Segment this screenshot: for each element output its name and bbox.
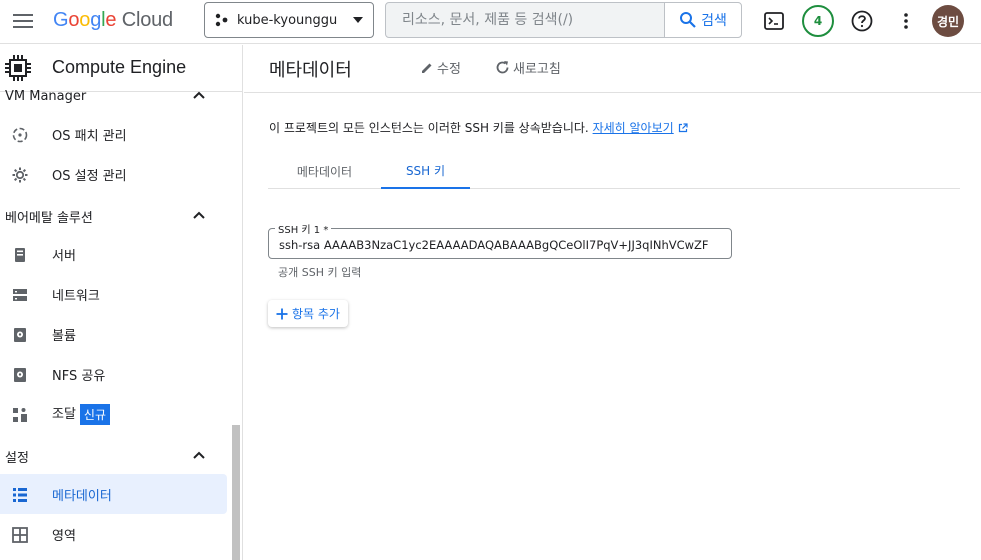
sidebar-item-label: 서버 bbox=[52, 248, 76, 264]
sidebar-item-label: 메타데이터 bbox=[52, 488, 112, 504]
sidebar-item-procurement[interactable]: 조달 신규 bbox=[0, 394, 227, 434]
sidebar-item-nfs-share[interactable]: NFS 공유 bbox=[0, 354, 227, 394]
sidebar-item-metadata[interactable]: 메타데이터 bbox=[0, 474, 227, 514]
disk-share-icon bbox=[14, 368, 26, 382]
search-button[interactable]: 검색 bbox=[664, 2, 742, 38]
search-button-label: 검색 bbox=[701, 13, 727, 29]
edit-button[interactable]: 수정 bbox=[420, 58, 461, 77]
sidebar-item-label: 조달 신규 bbox=[52, 403, 111, 425]
tab-metadata[interactable]: 메타데이터 bbox=[268, 153, 381, 189]
inheritance-description: 이 프로젝트의 모든 인스턴스는 이러한 SSH 키를 상속받습니다. 자세히 … bbox=[269, 119, 688, 136]
logo-letter: o bbox=[68, 9, 80, 31]
external-link-icon[interactable] bbox=[678, 123, 688, 133]
plus-icon bbox=[276, 308, 288, 319]
chevron-up-icon[interactable] bbox=[190, 207, 208, 225]
zones-grid-icon bbox=[12, 527, 28, 543]
project-selector[interactable]: kube-kyounggu bbox=[204, 2, 374, 38]
description-text: 이 프로젝트의 모든 인스턴스는 이러한 SSH 키를 상속받습니다. bbox=[269, 121, 589, 135]
sidebar-item-label: 볼륨 bbox=[52, 328, 76, 344]
sidebar-item-os-patch[interactable]: OS 패치 관리 bbox=[0, 114, 227, 154]
section-vm-manager[interactable]: VM Manager bbox=[5, 89, 86, 104]
learn-more-link[interactable]: 자세히 알아보기 bbox=[593, 121, 674, 135]
sidebar-item-zones[interactable]: 영역 bbox=[0, 514, 227, 554]
sidebar-item-label: OS 설정 관리 bbox=[52, 168, 127, 184]
page-header: 메타데이터 수정 새로고침 bbox=[244, 45, 981, 93]
server-icon bbox=[15, 248, 25, 262]
search-icon bbox=[680, 12, 696, 28]
product-header: Compute Engine bbox=[0, 45, 242, 92]
tab-bar: 메타데이터 SSH 키 bbox=[268, 153, 960, 189]
sidebar-item-volume[interactable]: 볼륨 bbox=[0, 314, 227, 354]
pencil-icon bbox=[422, 63, 432, 73]
project-name: kube-kyounggu bbox=[237, 12, 338, 28]
section-settings[interactable]: 설정 bbox=[5, 447, 29, 466]
refresh-button-label: 새로고침 bbox=[513, 62, 561, 77]
logo-letter: G bbox=[53, 9, 69, 31]
sidebar: Compute Engine VM Manager OS 패치 관리 OS 설정… bbox=[0, 45, 243, 560]
search-bar: 검색 bbox=[385, 2, 742, 38]
search-input[interactable] bbox=[386, 3, 664, 37]
google-cloud-logo[interactable]: Google Cloud bbox=[53, 9, 173, 32]
sidebar-item-servers[interactable]: 서버 bbox=[0, 234, 227, 274]
compute-engine-icon bbox=[5, 55, 31, 81]
learn-more-label: 자세히 알아보기 bbox=[592, 121, 674, 135]
main-content: 메타데이터 수정 새로고침 이 프로젝트의 모든 인스턴스는 이러한 SSH 키… bbox=[244, 45, 981, 560]
procurement-label: 조달 bbox=[52, 407, 76, 422]
ssh-key-field: SSH 키 1 * bbox=[268, 221, 732, 259]
logo-letter: e bbox=[105, 9, 117, 31]
notifications-badge[interactable]: 4 bbox=[802, 5, 834, 37]
chevron-up-icon[interactable] bbox=[190, 447, 208, 465]
add-item-label: 항목 추가 bbox=[292, 307, 340, 321]
add-item-button[interactable]: 항목 추가 bbox=[268, 300, 348, 327]
sidebar-item-label: NFS 공유 bbox=[52, 368, 106, 384]
product-title: Compute Engine bbox=[52, 57, 187, 77]
chevron-up-icon[interactable] bbox=[190, 87, 208, 105]
sidebar-item-label: 영역 bbox=[52, 528, 76, 544]
sidebar-item-label: OS 패치 관리 bbox=[52, 128, 127, 144]
new-badge: 신규 bbox=[79, 404, 111, 425]
sidebar-item-label: 네트워크 bbox=[52, 288, 100, 304]
hamburger-menu-icon[interactable] bbox=[10, 8, 36, 34]
refresh-button[interactable]: 새로고침 bbox=[495, 58, 561, 77]
settings-gear-icon bbox=[12, 167, 28, 183]
top-bar: Google Cloud kube-kyounggu 검색 4 경민 bbox=[0, 0, 981, 44]
more-vert-icon[interactable] bbox=[892, 7, 920, 35]
network-icon bbox=[13, 289, 27, 301]
cloud-shell-terminal-icon[interactable] bbox=[760, 7, 788, 35]
help-icon[interactable] bbox=[848, 7, 876, 35]
section-bare-metal[interactable]: 베어메탈 솔루션 bbox=[5, 207, 93, 226]
refresh-icon bbox=[496, 61, 509, 74]
metadata-list-icon bbox=[13, 488, 27, 502]
project-nodes-icon bbox=[215, 13, 228, 27]
tab-ssh-keys[interactable]: SSH 키 bbox=[381, 153, 470, 189]
ssh-key-input[interactable] bbox=[269, 229, 731, 258]
page-title: 메타데이터 bbox=[269, 60, 352, 80]
avatar[interactable]: 경민 bbox=[932, 5, 964, 37]
logo-letter: g bbox=[90, 9, 102, 31]
logo-letter: o bbox=[79, 9, 91, 31]
sidebar-item-network[interactable]: 네트워크 bbox=[0, 274, 227, 314]
patch-management-icon bbox=[12, 127, 28, 143]
sidebar-scrollbar[interactable] bbox=[232, 425, 240, 560]
logo-cloud-text: Cloud bbox=[121, 9, 173, 31]
dropdown-arrow-icon bbox=[353, 17, 363, 23]
procurement-icon bbox=[13, 408, 27, 422]
sidebar-item-os-config[interactable]: OS 설정 관리 bbox=[0, 154, 227, 194]
ssh-key-hint: 공개 SSH 키 입력 bbox=[278, 266, 362, 279]
edit-button-label: 수정 bbox=[437, 62, 461, 77]
disk-volume-icon bbox=[14, 328, 26, 342]
